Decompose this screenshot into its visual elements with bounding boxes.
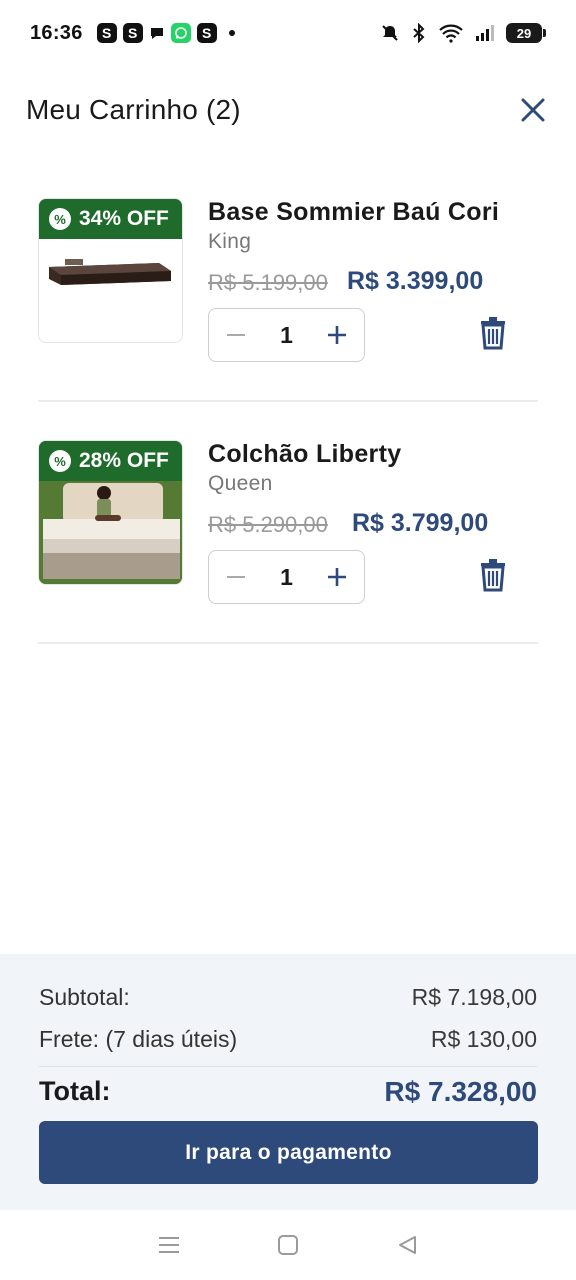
product-variant: Queen bbox=[208, 472, 273, 495]
increase-quantity-button[interactable] bbox=[326, 324, 348, 346]
percent-icon: % bbox=[49, 450, 71, 472]
quantity-value: 1 bbox=[280, 563, 293, 590]
close-button[interactable] bbox=[516, 93, 550, 127]
order-summary: Subtotal: R$ 7.198,00 Frete: (7 dias úte… bbox=[0, 954, 576, 1210]
remove-item-button[interactable] bbox=[478, 316, 508, 350]
increase-quantity-button[interactable] bbox=[326, 566, 348, 588]
quantity-stepper: 1 bbox=[208, 550, 365, 604]
product-image[interactable]: % 34% OFF bbox=[38, 198, 183, 343]
cart-item: % 34% OFF Base Sommier Baú Cori King R$ … bbox=[38, 160, 538, 402]
home-square-icon bbox=[277, 1235, 298, 1255]
go-to-payment-button[interactable]: Ir para o pagamento bbox=[39, 1121, 538, 1184]
system-navigation-bar bbox=[0, 1210, 576, 1280]
old-price: R$ 5.199,00 bbox=[208, 270, 328, 295]
whatsapp-icon bbox=[170, 23, 191, 43]
menu-lines-icon bbox=[159, 1237, 180, 1253]
product-image[interactable]: % 28% OFF bbox=[38, 440, 183, 585]
plus-icon bbox=[327, 326, 346, 344]
product-variant: King bbox=[208, 230, 252, 253]
subtotal-label: Subtotal: bbox=[39, 984, 130, 1010]
home-button[interactable] bbox=[273, 1230, 303, 1260]
back-button[interactable] bbox=[392, 1230, 422, 1260]
status-time: 16:36 bbox=[30, 21, 83, 44]
decrease-quantity-button[interactable] bbox=[225, 566, 247, 588]
total-row: Total: R$ 7.328,00 bbox=[39, 1076, 537, 1108]
mute-icon bbox=[380, 23, 400, 43]
cart-header: Meu Carrinho (2) bbox=[26, 86, 550, 134]
quantity-value: 1 bbox=[280, 321, 293, 348]
new-price: R$ 3.799,00 bbox=[352, 509, 489, 537]
quantity-stepper: 1 bbox=[208, 308, 365, 362]
signal-icon bbox=[474, 23, 496, 43]
notification-s-icon: S bbox=[196, 23, 217, 43]
new-price: R$ 3.399,00 bbox=[347, 267, 484, 295]
cart-item: % 28% OFF Colchão Liberty Queen R$ 5.290… bbox=[38, 402, 538, 644]
bluetooth-icon bbox=[410, 23, 428, 43]
minus-icon bbox=[227, 576, 245, 578]
back-triangle-icon bbox=[398, 1236, 416, 1254]
old-price: R$ 5.290,00 bbox=[208, 512, 328, 537]
status-bar: 16:36 S S S 29 bbox=[0, 0, 576, 66]
page-title: Meu Carrinho (2) bbox=[26, 94, 241, 125]
product-name[interactable]: Base Sommier Baú Cori bbox=[208, 198, 499, 227]
shipping-label: Frete: (7 dias úteis) bbox=[39, 1026, 238, 1052]
close-icon bbox=[521, 98, 545, 122]
subtotal-row: Subtotal: R$ 7.198,00 bbox=[39, 984, 537, 1011]
chat-bubble-icon bbox=[149, 23, 165, 43]
trash-icon bbox=[481, 317, 505, 350]
battery-icon: 29 bbox=[506, 23, 546, 43]
minus-icon bbox=[227, 334, 245, 336]
discount-badge-label: 28% OFF bbox=[79, 449, 169, 472]
discount-badge: % 34% OFF bbox=[39, 199, 182, 239]
notification-s-icon: S bbox=[122, 23, 143, 43]
total-label: Total: bbox=[39, 1076, 111, 1106]
notification-s-icon: S bbox=[96, 23, 117, 43]
plus-icon bbox=[327, 568, 346, 586]
discount-badge-label: 34% OFF bbox=[79, 207, 169, 230]
trash-icon bbox=[481, 559, 505, 592]
more-notifications-dot bbox=[228, 30, 235, 36]
decrease-quantity-button[interactable] bbox=[225, 324, 247, 346]
status-right: 29 bbox=[380, 23, 546, 43]
status-left: 16:36 S S S bbox=[30, 22, 235, 45]
summary-divider bbox=[39, 1066, 537, 1067]
recent-apps-button[interactable] bbox=[154, 1230, 184, 1260]
shipping-row: Frete: (7 dias úteis) R$ 130,00 bbox=[39, 1026, 537, 1053]
wifi-icon bbox=[438, 23, 464, 43]
shipping-value: R$ 130,00 bbox=[430, 1026, 537, 1052]
product-name[interactable]: Colchão Liberty bbox=[208, 440, 401, 469]
total-value: R$ 7.328,00 bbox=[384, 1076, 537, 1107]
discount-badge: % 28% OFF bbox=[39, 441, 182, 481]
percent-icon: % bbox=[49, 208, 71, 230]
subtotal-value: R$ 7.198,00 bbox=[411, 984, 537, 1010]
remove-item-button[interactable] bbox=[478, 558, 508, 592]
